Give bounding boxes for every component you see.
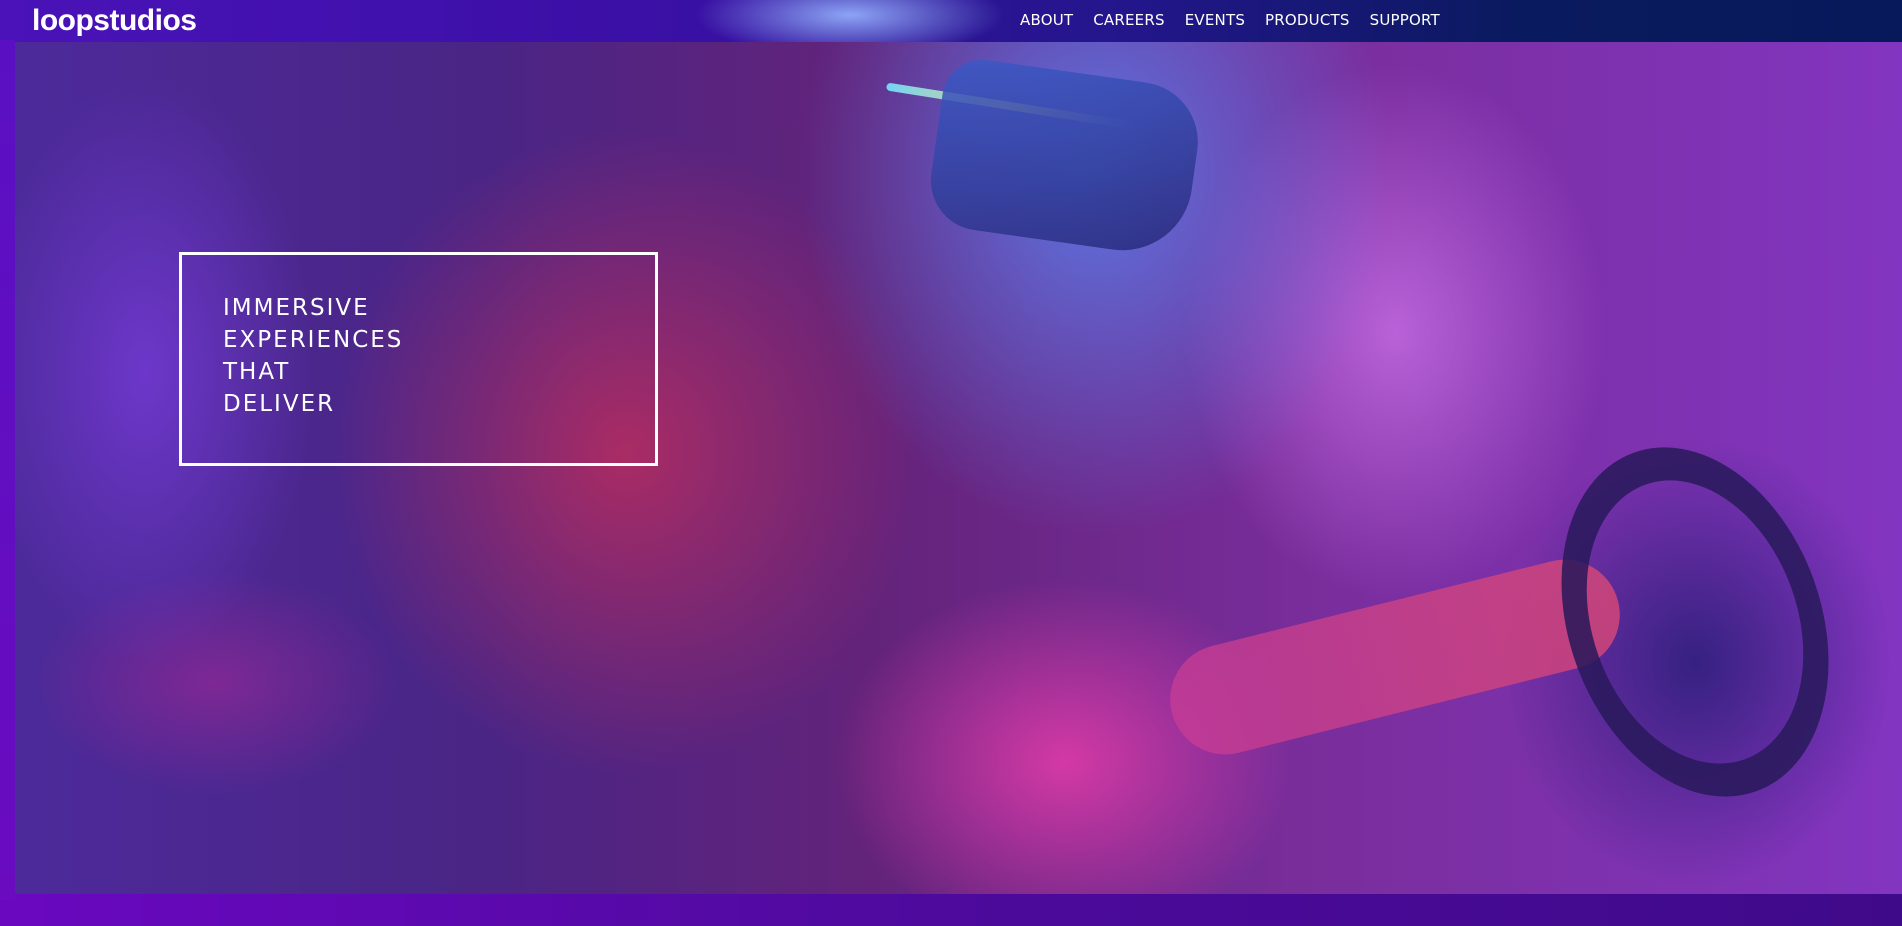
main-nav: ABOUT CAREERS EVENTS PRODUCTS SUPPORT [1020, 11, 1440, 29]
hero-title-box: IMMERSIVE EXPERIENCES THAT DELIVER [179, 252, 658, 466]
nav-link-about[interactable]: ABOUT [1020, 11, 1073, 29]
nav-link-careers[interactable]: CAREERS [1093, 11, 1164, 29]
nav-link-events[interactable]: EVENTS [1185, 11, 1245, 29]
logo[interactable]: loopstudios [32, 2, 197, 40]
hero-title: IMMERSIVE EXPERIENCES THAT DELIVER [223, 292, 655, 420]
hero-title-line: DELIVER [223, 391, 336, 417]
hero-image-vr-headset [924, 54, 1206, 260]
hero-image [15, 42, 1902, 894]
nav-link-products[interactable]: PRODUCTS [1265, 11, 1350, 29]
hero-title-line: EXPERIENCES [223, 327, 404, 353]
page-background-left [0, 40, 15, 900]
site-header: loopstudios ABOUT CAREERS EVENTS PRODUCT… [0, 0, 1902, 42]
hero-section: IMMERSIVE EXPERIENCES THAT DELIVER [15, 42, 1902, 894]
hero-title-line: THAT [223, 359, 291, 385]
hero-title-line: IMMERSIVE [223, 295, 370, 321]
hero-image-steering-wheel [1515, 409, 1875, 835]
nav-link-support[interactable]: SUPPORT [1370, 11, 1440, 29]
